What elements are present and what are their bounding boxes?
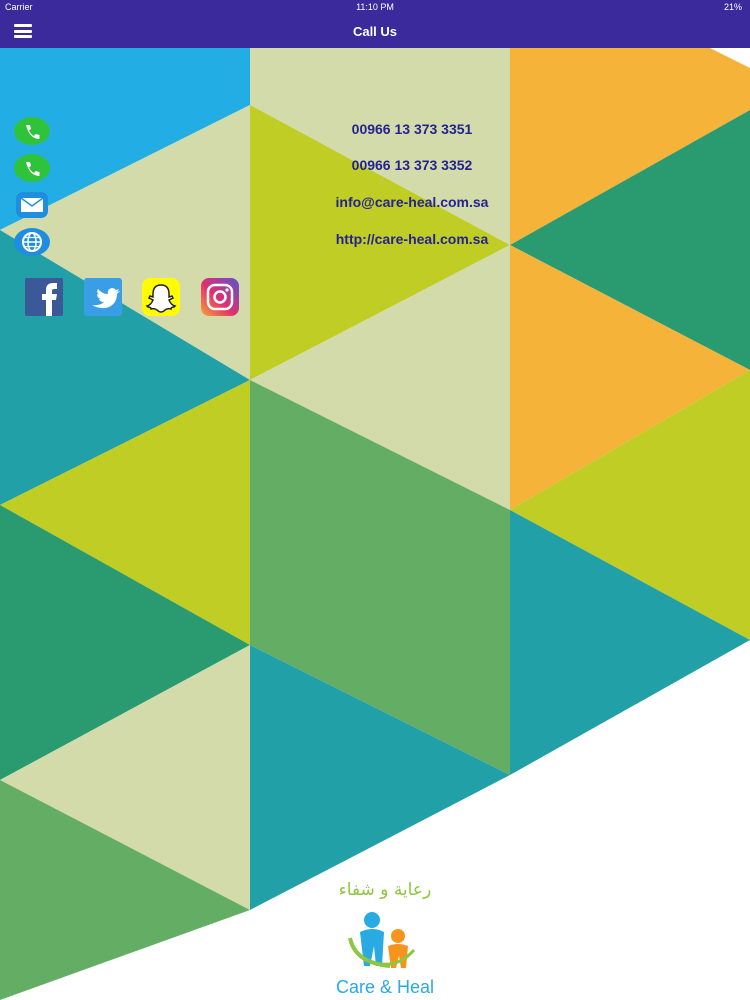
logo-arabic-text: رعاية و شفاء <box>338 880 432 900</box>
instagram-icon[interactable] <box>201 278 239 316</box>
clock: 11:10 PM <box>356 2 394 12</box>
background-triangles <box>0 48 750 1000</box>
phone-2-link[interactable]: 00966 13 373 3352 <box>300 157 524 173</box>
logo: رعاية و شفاء Care & Heal <box>320 880 450 998</box>
facebook-icon[interactable] <box>25 278 63 316</box>
mail-icon[interactable] <box>14 190 50 220</box>
logo-english-text: Care & Heal <box>335 977 435 997</box>
page-title: Call Us <box>352 24 398 39</box>
phone-2-icon[interactable] <box>14 153 50 183</box>
family-icon <box>348 912 416 968</box>
nav-bar: Call Us <box>0 15 750 48</box>
phone-1-icon[interactable] <box>14 116 50 146</box>
snapchat-icon[interactable] <box>142 278 180 316</box>
twitter-icon[interactable] <box>84 278 122 316</box>
battery-level: 21% <box>723 2 742 12</box>
phone-1-link[interactable]: 00966 13 373 3351 <box>300 121 524 137</box>
status-bar: Carrier 11:10 PM 21% <box>0 0 750 15</box>
website-link[interactable]: http://care-heal.com.sa <box>300 231 524 247</box>
globe-icon[interactable] <box>14 227 50 257</box>
email-link[interactable]: info@care-heal.com.sa <box>300 194 524 210</box>
